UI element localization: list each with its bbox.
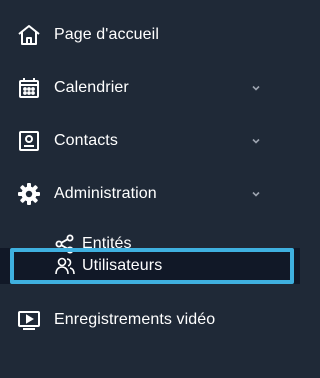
home-icon — [16, 22, 42, 48]
chevron-down-icon[interactable] — [250, 188, 262, 200]
sidebar-item-label: Enregistrements vidéo — [54, 311, 216, 328]
sidebar-item-label: Contacts — [54, 132, 118, 149]
sidebar-item-enregistrements-video[interactable]: Enregistrements vidéo — [0, 300, 300, 340]
sidebar-nav: Page d'accueil Calendrier Contacts Admin… — [0, 0, 300, 378]
calendar-icon — [16, 75, 42, 101]
sidebar-item-label: Utilisateurs — [82, 257, 163, 274]
chevron-down-icon[interactable] — [250, 82, 262, 94]
sidebar-subitem-utilisateurs[interactable]: Utilisateurs — [0, 246, 300, 286]
sidebar-item-label: Administration — [54, 185, 157, 202]
sidebar-item-page-accueil[interactable]: Page d'accueil — [0, 15, 300, 55]
sidebar-item-administration[interactable]: Administration — [0, 174, 300, 214]
sidebar-item-contacts[interactable]: Contacts — [0, 121, 300, 161]
video-screen-icon — [16, 307, 42, 333]
gear-icon — [16, 181, 42, 207]
chevron-down-icon[interactable] — [250, 135, 262, 147]
sidebar-item-label: Page d'accueil — [54, 26, 159, 43]
contact-card-icon — [16, 128, 42, 154]
users-icon — [54, 255, 76, 277]
sidebar-item-label: Calendrier — [54, 79, 129, 96]
sidebar-item-calendrier[interactable]: Calendrier — [0, 68, 300, 108]
